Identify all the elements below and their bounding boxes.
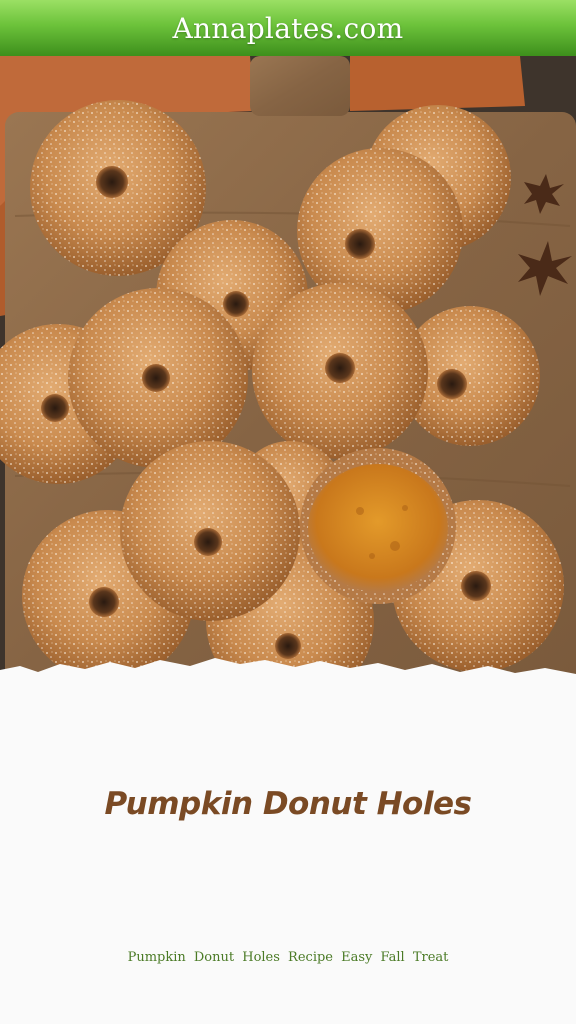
donut: [252, 283, 428, 459]
site-name[interactable]: Annaplates.com: [173, 12, 404, 45]
site-header: Annaplates.com: [0, 0, 576, 56]
donut: [120, 441, 300, 621]
hero-photo: [0, 56, 576, 696]
recipe-title: Pumpkin Donut Holes: [104, 786, 472, 822]
recipe-tagline: Pumpkin Donut Holes Recipe Easy Fall Tre…: [127, 950, 449, 965]
torn-paper-edge: [0, 658, 576, 708]
donut: [68, 288, 248, 468]
donuts-photo-illustration: [0, 56, 576, 696]
donut-bitten: [300, 448, 456, 604]
